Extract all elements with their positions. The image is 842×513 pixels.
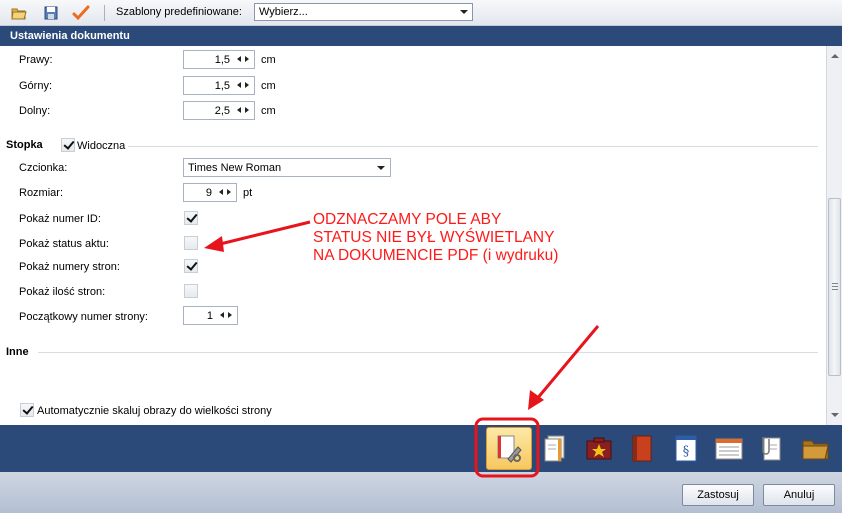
margin-right-label: Prawy: <box>19 54 53 66</box>
show-id-label: Pokaż numer ID: <box>19 213 101 225</box>
form-list-icon[interactable] <box>714 433 744 465</box>
show-page-numbers-label: Pokaż numery stron: <box>19 261 120 273</box>
show-status-label: Pokaż status aktu: <box>19 238 109 250</box>
documents-stack-icon[interactable] <box>540 433 570 465</box>
chevron-down-icon <box>377 166 385 170</box>
decrement-arrow-icon[interactable] <box>220 312 224 318</box>
other-group-title: Inne <box>6 346 29 358</box>
margin-bottom-unit: cm <box>261 105 276 117</box>
template-select[interactable]: Wybierz... <box>254 3 473 21</box>
margin-top-label: Górny: <box>19 80 53 92</box>
increment-arrow-icon[interactable] <box>227 189 231 195</box>
dialog-button-bar: Zastosuj Anuluj <box>0 472 842 513</box>
toolbar-separator <box>104 5 105 21</box>
increment-arrow-icon[interactable] <box>228 312 232 318</box>
star-folder-icon[interactable] <box>584 433 614 465</box>
footer-group-title: Stopka <box>6 139 43 151</box>
size-spinner[interactable]: 9 <box>183 183 237 202</box>
scroll-up-arrow-icon[interactable] <box>831 54 839 58</box>
paragraph-law-icon[interactable]: § <box>671 433 701 465</box>
start-page-label: Początkowy numer strony: <box>19 311 148 323</box>
folder-icon[interactable] <box>801 433 831 465</box>
margin-right-spinner[interactable]: 1,5 <box>183 50 255 69</box>
checkmark-icon[interactable] <box>72 4 90 22</box>
auto-scale-checkbox[interactable] <box>20 403 34 417</box>
increment-arrow-icon[interactable] <box>245 56 249 62</box>
module-icon-bar: § <box>0 425 842 472</box>
show-id-checkbox[interactable] <box>184 211 198 225</box>
decrement-arrow-icon[interactable] <box>237 82 241 88</box>
footer-visible-label: Widoczna <box>77 140 126 152</box>
attachment-document-icon[interactable] <box>757 433 787 465</box>
document-settings-icon[interactable] <box>494 433 524 465</box>
font-select-value: Times New Roman <box>188 162 282 174</box>
save-icon[interactable] <box>42 4 60 22</box>
annotation-line-3: NA DOKUMENCIE PDF (i wydruku) <box>313 247 559 264</box>
footer-visible-checkbox[interactable] <box>61 138 75 152</box>
cancel-button[interactable]: Anuluj <box>763 484 835 506</box>
margin-right-unit: cm <box>261 54 276 66</box>
annotation-line-1: ODZNACZAMY POLE ABY <box>313 211 502 228</box>
increment-arrow-icon[interactable] <box>245 82 249 88</box>
open-folder-icon[interactable] <box>10 4 28 22</box>
apply-button[interactable]: Zastosuj <box>682 484 754 506</box>
size-label: Rozmiar: <box>19 187 64 199</box>
start-page-value: 1 <box>206 310 213 322</box>
annotation-line-2: STATUS NIE BYŁ WYŚWIETLANY <box>313 229 555 246</box>
margin-bottom-value: 2,5 <box>214 105 230 117</box>
margin-bottom-spinner[interactable]: 2,5 <box>183 101 255 120</box>
decrement-arrow-icon[interactable] <box>237 107 241 113</box>
section-title: Ustawienia dokumentu <box>0 26 842 46</box>
margin-bottom-label: Dolny: <box>19 105 51 117</box>
margin-top-value: 1,5 <box>214 80 230 92</box>
svg-text:§: § <box>683 444 690 459</box>
margin-right-value: 1,5 <box>214 54 230 66</box>
auto-scale-label: Automatycznie skaluj obrazy do wielkości… <box>37 405 272 417</box>
group-divider <box>128 146 818 147</box>
annotation-text: ODZNACZAMY POLE ABY STATUS NIE BYŁ WYŚWI… <box>313 211 558 265</box>
size-value: 9 <box>205 187 212 199</box>
template-select-value: Wybierz... <box>259 6 308 18</box>
group-divider <box>38 352 818 353</box>
chevron-down-icon <box>460 10 468 14</box>
vertical-scrollbar[interactable] <box>826 46 842 425</box>
margin-top-spinner[interactable]: 1,5 <box>183 76 255 95</box>
increment-arrow-icon[interactable] <box>245 107 249 113</box>
show-page-count-label: Pokaż ilość stron: <box>19 286 106 298</box>
book-icon[interactable] <box>627 433 657 465</box>
margin-top-unit: cm <box>261 80 276 92</box>
size-unit: pt <box>243 187 253 199</box>
template-label: Szablony predefiniowane: <box>116 6 242 18</box>
top-toolbar: Szablony predefiniowane: Wybierz... <box>0 0 842 26</box>
decrement-arrow-icon[interactable] <box>219 189 223 195</box>
show-status-checkbox[interactable] <box>184 236 198 250</box>
decrement-arrow-icon[interactable] <box>237 56 241 62</box>
font-label: Czcionka: <box>19 162 68 174</box>
show-page-count-checkbox[interactable] <box>184 284 198 298</box>
scroll-down-arrow-icon[interactable] <box>831 413 839 417</box>
font-select[interactable]: Times New Roman <box>183 158 391 177</box>
scrollbar-thumb[interactable] <box>828 198 841 376</box>
show-page-numbers-checkbox[interactable] <box>184 259 198 273</box>
start-page-spinner[interactable]: 1 <box>183 306 238 325</box>
